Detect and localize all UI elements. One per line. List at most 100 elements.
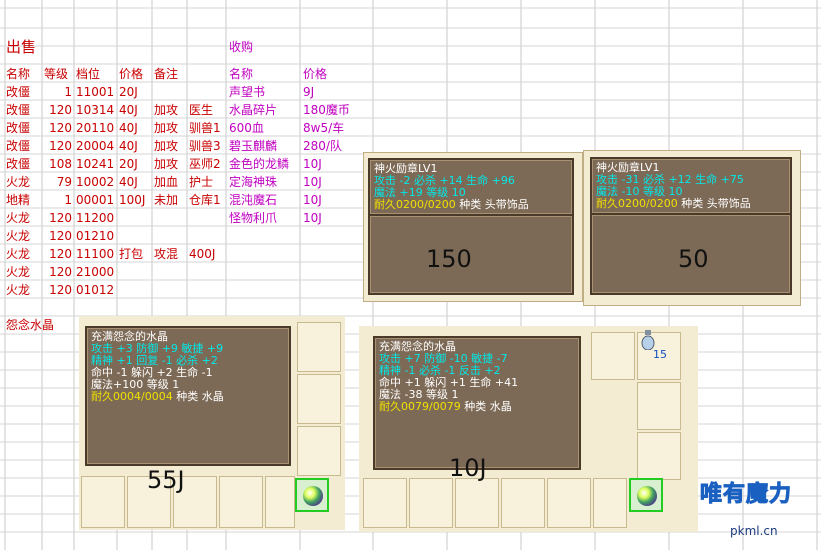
sell-cell[interactable]: 120: [42, 263, 72, 281]
sell-cell[interactable]: 10241: [76, 155, 114, 173]
crystal-orb-icon[interactable]: [295, 478, 329, 512]
sell-cell[interactable]: 仓库1: [189, 191, 221, 209]
sell-cell[interactable]: 改僵: [6, 137, 30, 155]
inventory-slot[interactable]: [297, 322, 341, 372]
potion-bottle-icon[interactable]: [641, 330, 655, 351]
sell-cell[interactable]: 火龙: [6, 281, 30, 299]
buy-cell[interactable]: 9J: [303, 83, 314, 101]
sell-section-title[interactable]: 出售: [6, 38, 36, 56]
sell-cell[interactable]: 21000: [76, 263, 114, 281]
sell-cell[interactable]: 120: [42, 137, 72, 155]
inventory-slot[interactable]: [297, 374, 341, 424]
sell-cell[interactable]: 00001: [76, 191, 114, 209]
sell-cell[interactable]: 未加: [154, 191, 178, 209]
sell-cell[interactable]: 40J: [119, 119, 138, 137]
inventory-slot[interactable]: [547, 478, 591, 528]
inventory-slot[interactable]: [81, 476, 125, 528]
sell-cell[interactable]: 120: [42, 119, 72, 137]
sell-cell[interactable]: 加攻: [154, 155, 178, 173]
buy-cell[interactable]: 10J: [303, 209, 322, 227]
sell-cell[interactable]: 10002: [76, 173, 114, 191]
sell-cell[interactable]: 40J: [119, 173, 138, 191]
inventory-slot[interactable]: [593, 478, 627, 528]
sell-cell[interactable]: 01012: [76, 281, 114, 299]
sell-cell[interactable]: 改僵: [6, 119, 30, 137]
inventory-slot[interactable]: [363, 478, 407, 528]
inventory-slot[interactable]: [455, 478, 499, 528]
sell-header-note[interactable]: 备注: [154, 65, 178, 83]
buy-cell[interactable]: 10J: [303, 155, 322, 173]
sell-cell[interactable]: 79: [42, 173, 72, 191]
sell-cell[interactable]: 巫师2: [189, 155, 221, 173]
buy-cell[interactable]: 水晶碎片: [229, 101, 277, 119]
crystal-section-label[interactable]: 怨念水晶: [6, 316, 54, 334]
buy-cell[interactable]: 混沌魔石: [229, 191, 277, 209]
sell-cell[interactable]: 护士: [189, 173, 213, 191]
sell-cell[interactable]: 1: [42, 83, 72, 101]
buy-cell[interactable]: 10J: [303, 173, 322, 191]
sell-cell[interactable]: 改僵: [6, 155, 30, 173]
sell-cell[interactable]: 打包: [119, 245, 143, 263]
sell-cell[interactable]: 加血: [154, 173, 178, 191]
sell-cell[interactable]: 20J: [119, 155, 138, 173]
sell-cell[interactable]: 驯兽1: [189, 119, 221, 137]
sell-cell[interactable]: 100J: [119, 191, 145, 209]
inventory-slot[interactable]: [637, 382, 681, 430]
inventory-slot[interactable]: [409, 478, 453, 528]
sell-cell[interactable]: 10314: [76, 101, 114, 119]
sell-cell[interactable]: 加攻: [154, 101, 178, 119]
sell-cell[interactable]: 驯兽3: [189, 137, 221, 155]
sell-cell[interactable]: 20110: [76, 119, 114, 137]
sell-cell[interactable]: 火龙: [6, 245, 30, 263]
buy-section-title[interactable]: 收购: [229, 38, 253, 56]
inventory-slot[interactable]: [265, 476, 295, 528]
inventory-slot[interactable]: [591, 332, 635, 380]
sell-cell[interactable]: 火龙: [6, 209, 30, 227]
sell-cell[interactable]: 火龙: [6, 263, 30, 281]
sell-cell[interactable]: 108: [42, 155, 72, 173]
sell-cell[interactable]: 120: [42, 281, 72, 299]
buy-cell[interactable]: 金色的龙鳞: [229, 155, 289, 173]
sell-header-name[interactable]: 名称: [6, 65, 30, 83]
buy-header-name[interactable]: 名称: [229, 65, 253, 83]
crystal-orb-icon[interactable]: [629, 478, 663, 512]
sell-cell[interactable]: 改僵: [6, 83, 30, 101]
sell-cell[interactable]: 1: [42, 191, 72, 209]
buy-cell[interactable]: 280/队: [303, 137, 342, 155]
sell-cell[interactable]: 11001: [76, 83, 114, 101]
buy-cell[interactable]: 碧玉麒麟: [229, 137, 277, 155]
sell-cell[interactable]: 11100: [76, 245, 114, 263]
buy-header-price[interactable]: 价格: [303, 65, 327, 83]
inventory-slot[interactable]: [219, 476, 263, 528]
sell-cell[interactable]: 20J: [119, 83, 138, 101]
inventory-slot[interactable]: [297, 426, 341, 476]
buy-cell[interactable]: 定海神珠: [229, 173, 277, 191]
sell-cell[interactable]: 120: [42, 245, 72, 263]
sell-cell[interactable]: 20004: [76, 137, 114, 155]
sell-cell[interactable]: 01210: [76, 227, 114, 245]
inventory-slot[interactable]: [637, 432, 681, 480]
sell-cell[interactable]: 120: [42, 101, 72, 119]
buy-cell[interactable]: 10J: [303, 191, 322, 209]
sell-cell[interactable]: 120: [42, 227, 72, 245]
sell-cell[interactable]: 火龙: [6, 173, 30, 191]
sell-cell[interactable]: 火龙: [6, 227, 30, 245]
sell-cell[interactable]: 加攻: [154, 119, 178, 137]
sell-cell[interactable]: 加攻: [154, 137, 178, 155]
sell-cell[interactable]: 40J: [119, 101, 138, 119]
sell-cell[interactable]: 120: [42, 209, 72, 227]
buy-cell[interactable]: 180魔币: [303, 101, 350, 119]
sell-cell[interactable]: 攻混: [154, 245, 178, 263]
inventory-slot[interactable]: [501, 478, 545, 528]
sell-cell[interactable]: 400J: [189, 245, 215, 263]
buy-cell[interactable]: 600血: [229, 119, 264, 137]
sell-cell[interactable]: 地精: [6, 191, 30, 209]
sell-cell[interactable]: 40J: [119, 137, 138, 155]
buy-cell[interactable]: 8w5/车: [303, 119, 344, 137]
sell-cell[interactable]: 医生: [189, 101, 213, 119]
sell-header-grade[interactable]: 档位: [76, 65, 100, 83]
buy-cell[interactable]: 怪物利爪: [229, 209, 277, 227]
sell-header-price[interactable]: 价格: [119, 65, 143, 83]
sell-header-level[interactable]: 等级: [44, 65, 68, 83]
buy-cell[interactable]: 声望书: [229, 83, 265, 101]
